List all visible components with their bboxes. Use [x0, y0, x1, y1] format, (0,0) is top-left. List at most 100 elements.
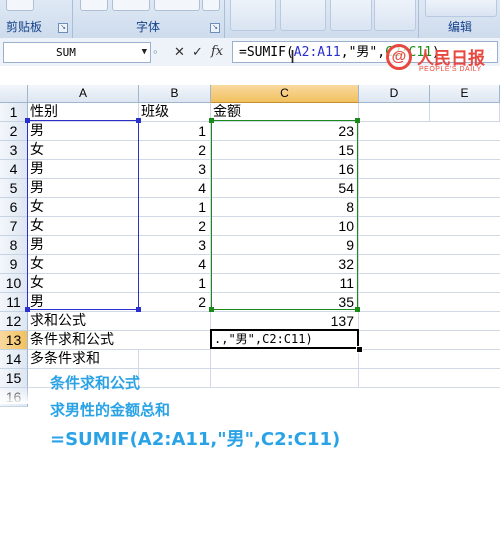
- cell-b1[interactable]: 班级: [139, 103, 211, 122]
- cell-grid[interactable]: 性别 班级 金额 男 1 23 女 2 15 男 3 16 男 4 54 女 1…: [28, 103, 500, 400]
- cell-a[interactable]: 女: [28, 274, 139, 293]
- cell-c[interactable]: 23: [211, 122, 359, 141]
- column-header-d[interactable]: D: [359, 85, 430, 103]
- cell-b14[interactable]: [139, 350, 211, 369]
- cell-c1[interactable]: 金额: [211, 103, 359, 122]
- cell-a[interactable]: 女: [28, 198, 139, 217]
- cell-b[interactable]: 1: [139, 122, 211, 141]
- grip-icon: ◦: [153, 44, 158, 59]
- row-header[interactable]: 1: [0, 103, 28, 122]
- range-c-handle[interactable]: [209, 118, 214, 123]
- cell-e1[interactable]: [430, 103, 500, 122]
- edit-buttons[interactable]: [425, 0, 497, 17]
- caption-line-2: 求男性的金额总和: [50, 401, 171, 419]
- clipboard-launcher-icon[interactable]: ↘: [58, 23, 68, 33]
- cell-b[interactable]: 2: [139, 141, 211, 160]
- row-header[interactable]: 6: [0, 198, 28, 217]
- range-c-handle[interactable]: [355, 118, 360, 123]
- text-cursor-icon: I: [290, 47, 295, 67]
- row-header[interactable]: 11: [0, 293, 28, 312]
- phonetic-button[interactable]: [202, 0, 220, 11]
- column-header-e[interactable]: E: [430, 85, 500, 103]
- name-box[interactable]: SUM ▼: [3, 42, 151, 63]
- watermark-en: PEOPLE'S DAILY: [419, 66, 482, 73]
- cell-c[interactable]: 9: [211, 236, 359, 255]
- cell-a1[interactable]: 性别: [28, 103, 139, 122]
- cell-c[interactable]: 32: [211, 255, 359, 274]
- cell-b[interactable]: 4: [139, 179, 211, 198]
- font-launcher-icon[interactable]: ↘: [210, 23, 220, 33]
- cell-a[interactable]: 男: [28, 179, 139, 198]
- paste-button[interactable]: [6, 0, 34, 11]
- cell-b[interactable]: 2: [139, 217, 211, 236]
- cell-a[interactable]: 女: [28, 141, 139, 160]
- range-a-handle[interactable]: [136, 118, 141, 123]
- row-header[interactable]: 12: [0, 312, 28, 331]
- font-group-label: 字体: [135, 20, 160, 34]
- cell-b[interactable]: 4: [139, 255, 211, 274]
- row-header[interactable]: 9: [0, 255, 28, 274]
- column-header-c[interactable]: C: [211, 85, 359, 103]
- name-box-dropdown-icon[interactable]: ▼: [142, 43, 147, 62]
- cell-a12[interactable]: 求和公式: [28, 312, 139, 331]
- row-header[interactable]: 8: [0, 236, 28, 255]
- range-a-handle[interactable]: [25, 118, 30, 123]
- cell-c14[interactable]: [211, 350, 359, 369]
- watermark-logo: @ 人民日报 PEOPLE'S DAILY: [386, 42, 498, 78]
- active-cell-c13[interactable]: .,"男",C2:C11): [210, 329, 359, 349]
- range-c-handle[interactable]: [355, 307, 360, 312]
- cell-a14[interactable]: 多条件求和: [28, 350, 139, 369]
- cell-c[interactable]: 16: [211, 160, 359, 179]
- cell-b[interactable]: 2: [139, 293, 211, 312]
- cell-c[interactable]: 11: [211, 274, 359, 293]
- row-header[interactable]: 13: [0, 331, 28, 350]
- range-c-handle[interactable]: [209, 307, 214, 312]
- formula-prefix: =SUMIF(: [239, 45, 294, 60]
- cell-b12[interactable]: [139, 312, 211, 331]
- row-header[interactable]: 3: [0, 141, 28, 160]
- cell-a13[interactable]: 条件求和公式: [28, 331, 139, 350]
- cell-a[interactable]: 男: [28, 122, 139, 141]
- column-header-b[interactable]: B: [139, 85, 211, 103]
- cell-a[interactable]: 男: [28, 236, 139, 255]
- row-header[interactable]: 7: [0, 217, 28, 236]
- row-header[interactable]: 10: [0, 274, 28, 293]
- border-button[interactable]: [80, 0, 108, 11]
- range-a-handle[interactable]: [136, 307, 141, 312]
- cell-c[interactable]: 54: [211, 179, 359, 198]
- column-d-cells[interactable]: [359, 122, 431, 400]
- caption-formula: =SUMIF(A2:A11,"男",C2:C11): [50, 429, 341, 450]
- cells-button-2[interactable]: [374, 0, 416, 31]
- cell-b[interactable]: 1: [139, 198, 211, 217]
- insert-function-icon[interactable]: fx: [211, 43, 223, 61]
- cell-c[interactable]: 10: [211, 217, 359, 236]
- row-header[interactable]: 14: [0, 350, 28, 369]
- row-header[interactable]: 2: [0, 122, 28, 141]
- styles-button-1[interactable]: [230, 0, 276, 31]
- cell-c[interactable]: 8: [211, 198, 359, 217]
- range-a-handle[interactable]: [25, 307, 30, 312]
- cell-a[interactable]: 女: [28, 255, 139, 274]
- select-all-corner[interactable]: [0, 85, 28, 103]
- fill-handle[interactable]: [356, 346, 363, 353]
- cells-button-1[interactable]: [330, 0, 372, 31]
- fill-color-button[interactable]: [112, 0, 150, 11]
- cell-a[interactable]: 男: [28, 160, 139, 179]
- cell-d1[interactable]: [359, 103, 430, 122]
- cell-b[interactable]: 3: [139, 160, 211, 179]
- cell-b13[interactable]: [139, 331, 211, 350]
- cell-c[interactable]: 35: [211, 293, 359, 312]
- cell-b[interactable]: 3: [139, 236, 211, 255]
- row-header[interactable]: 5: [0, 179, 28, 198]
- cell-c[interactable]: 15: [211, 141, 359, 160]
- enter-icon[interactable]: ✓: [192, 43, 203, 61]
- column-header-a[interactable]: A: [28, 85, 139, 103]
- styles-button-2[interactable]: [280, 0, 326, 31]
- cell-a[interactable]: 女: [28, 217, 139, 236]
- font-color-button[interactable]: [154, 0, 200, 11]
- row-header[interactable]: 4: [0, 160, 28, 179]
- cell-b[interactable]: 1: [139, 274, 211, 293]
- cancel-icon[interactable]: ✕: [174, 43, 185, 61]
- cell-a[interactable]: 男: [28, 293, 139, 312]
- column-e-cells[interactable]: [430, 122, 500, 400]
